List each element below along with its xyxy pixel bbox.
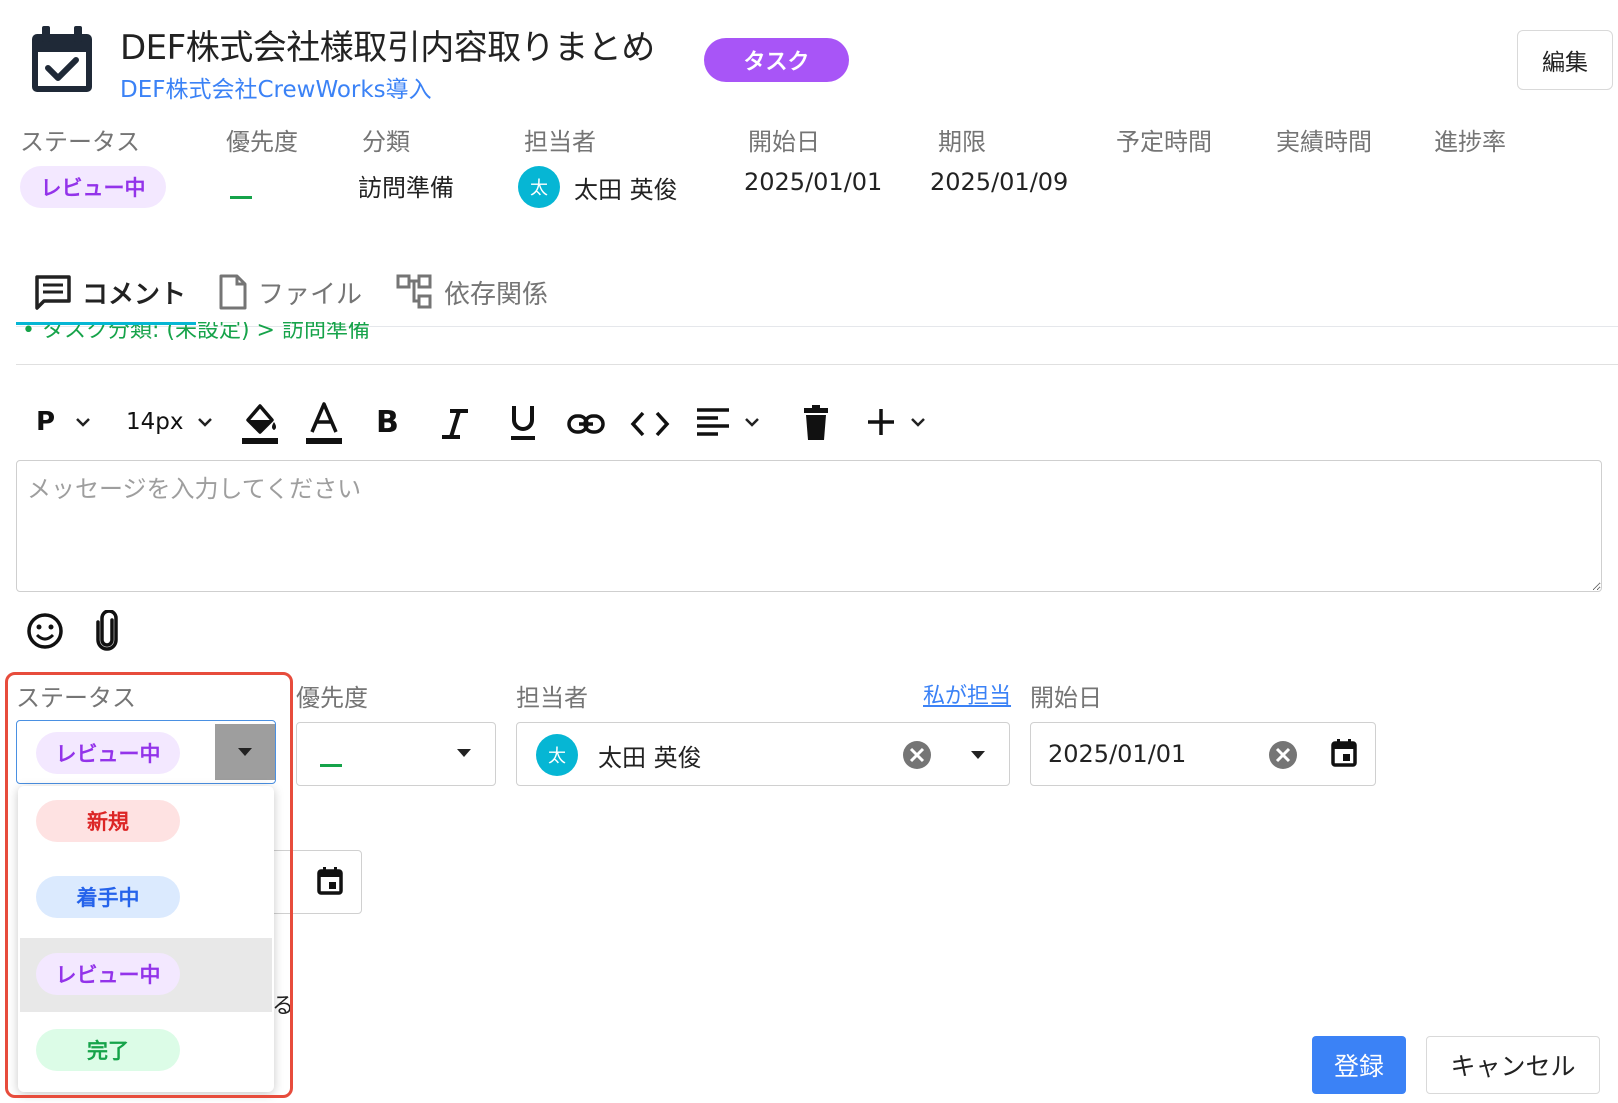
message-input[interactable] xyxy=(16,460,1602,592)
meta-priority-none xyxy=(230,184,252,203)
clear-icon[interactable] xyxy=(902,740,932,770)
meta-assignee-label: 担当者 xyxy=(524,128,596,156)
paragraph-icon: P xyxy=(36,407,56,437)
dependency-icon xyxy=(396,274,432,309)
comment-icon xyxy=(35,275,71,310)
tab-dependency[interactable]: 依存関係 xyxy=(396,270,548,314)
clear-icon[interactable] xyxy=(1268,740,1298,770)
caret-down-icon xyxy=(457,749,471,757)
tab-dependency-label: 依存関係 xyxy=(444,279,549,310)
active-tab-indicator xyxy=(16,322,196,325)
meta-actual-label: 実績時間 xyxy=(1276,128,1372,156)
chevron-down-icon xyxy=(76,418,90,427)
start-date-value: 2025/01/01 xyxy=(1048,740,1187,768)
form-start-label: 開始日 xyxy=(1030,684,1102,712)
caret-down-icon[interactable] xyxy=(970,750,986,760)
assignee-select[interactable] xyxy=(516,722,1010,786)
chevron-down-icon xyxy=(745,418,759,427)
file-icon xyxy=(219,274,247,310)
edit-button[interactable]: 編集 xyxy=(1517,30,1613,90)
chevron-down-icon xyxy=(911,418,925,427)
avatar: 太 xyxy=(518,166,560,208)
history-entry-partial: • タスク分類: (未設定) > 訪問準備 xyxy=(22,322,370,343)
priority-none-value xyxy=(320,752,342,771)
text-color-icon[interactable] xyxy=(304,400,344,446)
meta-category-label: 分類 xyxy=(362,128,410,156)
meta-category-value: 訪問準備 xyxy=(358,174,454,202)
project-link[interactable]: DEF株式会社CrewWorks導入 xyxy=(120,70,432,104)
calendar-check-icon xyxy=(32,26,92,92)
emoji-icon[interactable] xyxy=(26,612,64,650)
avatar: 太 xyxy=(536,734,578,776)
code-icon[interactable] xyxy=(630,410,670,438)
tab-comment-label: コメント xyxy=(82,279,187,310)
chevron-down-icon xyxy=(198,418,213,427)
font-size-dropdown[interactable]: 14px xyxy=(126,398,213,446)
bold-icon[interactable]: B xyxy=(376,398,399,446)
meta-planned-label: 予定時間 xyxy=(1116,128,1212,156)
plus-icon xyxy=(868,409,894,435)
task-title: DEF株式会社様取引内容取りまとめ xyxy=(120,28,655,68)
assign-me-link[interactable]: 私が担当 xyxy=(923,678,1011,710)
meta-start-label: 開始日 xyxy=(748,128,820,156)
fill-color-icon[interactable] xyxy=(240,400,280,446)
tab-comment[interactable]: コメント xyxy=(34,270,186,314)
italic-icon[interactable] xyxy=(440,408,470,440)
meta-priority-label: 優先度 xyxy=(226,128,298,156)
delete-icon[interactable] xyxy=(802,404,830,442)
attachment-icon[interactable] xyxy=(94,610,120,652)
font-size-value: 14px xyxy=(126,409,184,435)
form-priority-label: 優先度 xyxy=(296,684,368,712)
meta-progress-label: 進捗率 xyxy=(1434,128,1506,156)
align-dropdown[interactable] xyxy=(696,398,760,446)
align-left-icon xyxy=(697,408,729,436)
underline-icon[interactable] xyxy=(508,404,538,442)
link-icon[interactable] xyxy=(566,412,606,436)
cancel-button[interactable]: キャンセル xyxy=(1426,1036,1600,1094)
submit-button[interactable]: 登録 xyxy=(1312,1036,1406,1094)
tab-file-label: ファイル xyxy=(258,279,363,310)
highlight-box xyxy=(5,672,293,1098)
meta-assignee-value: 太田 英俊 xyxy=(574,176,678,204)
meta-due-value: 2025/01/09 xyxy=(930,168,1069,196)
insert-dropdown[interactable] xyxy=(866,398,926,446)
calendar-icon[interactable] xyxy=(316,866,344,896)
meta-due-label: 期限 xyxy=(938,128,986,156)
task-type-badge: タスク xyxy=(704,38,849,82)
form-assignee-label: 担当者 xyxy=(516,684,588,712)
assignee-value: 太田 英俊 xyxy=(598,744,702,772)
paragraph-style-dropdown[interactable]: P xyxy=(36,398,91,446)
section-divider xyxy=(16,364,1618,365)
meta-status-badge: レビュー中 xyxy=(20,166,166,208)
calendar-icon[interactable] xyxy=(1330,738,1358,768)
tab-file[interactable]: ファイル xyxy=(218,270,362,314)
meta-status-label: ステータス xyxy=(20,128,140,156)
meta-start-value: 2025/01/01 xyxy=(744,168,883,196)
